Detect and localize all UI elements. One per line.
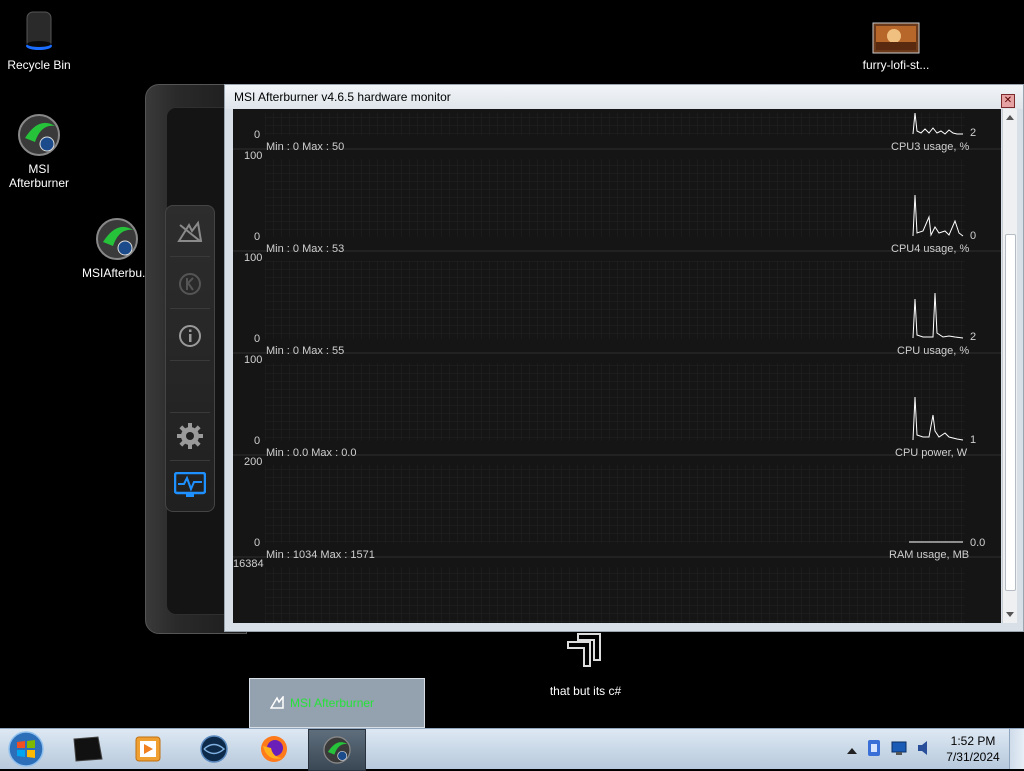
hardware-monitor-window: MSI Afterburner v4.6.5 hardware monitor … <box>224 84 1024 632</box>
taskbar-app-afterburner[interactable] <box>308 729 366 771</box>
afterburner-sidebar <box>165 205 215 512</box>
info-icon <box>179 325 201 347</box>
scroll-up-icon[interactable] <box>1006 115 1014 120</box>
shortcut-file-icon[interactable] <box>564 632 604 668</box>
tray-volume-icon[interactable] <box>916 739 932 762</box>
ram-minmax: Min : 1034 Max : 1571 <box>266 549 375 561</box>
image-file-icon <box>872 22 920 54</box>
kombustor-icon <box>179 273 201 295</box>
monitor-graph-area: 0 Min : 0 Max : 50 2 CPU3 usage, % 100 0… <box>233 109 1001 623</box>
msi-afterburner-label: MSI Afterburner <box>8 162 70 190</box>
cpu3-label: CPU3 usage, % <box>891 141 970 153</box>
clock[interactable]: 1:52 PM 7/31/2024 <box>940 733 1006 765</box>
windows-start-icon <box>8 731 44 767</box>
cpu4-axis-bottom: 0 <box>254 231 261 243</box>
firefox-icon <box>261 736 287 762</box>
cpu4-current: 0 <box>970 230 977 242</box>
ram-axis-bottom: 0 <box>254 537 261 549</box>
furry-lofi-label: furry-lofi-st... <box>862 58 930 72</box>
sidebar-empty-slot <box>170 364 210 413</box>
msi-afterburner-shortcut[interactable]: MSI Afterburner <box>0 112 84 190</box>
cpu-power-axis-top: 100 <box>244 354 263 366</box>
cpu-usage-minmax: Min : 0 Max : 55 <box>266 345 345 357</box>
afterburner-icon <box>18 114 60 156</box>
cpu-power-label: CPU power, W <box>895 447 968 459</box>
show-desktop-button[interactable] <box>1009 729 1024 769</box>
settings-button[interactable] <box>170 412 210 461</box>
clock-time: 1:52 PM <box>950 734 996 748</box>
tray-app-icon[interactable] <box>866 739 882 762</box>
cpu-usage-axis-bottom: 0 <box>254 333 261 345</box>
taskbar: 1:52 PM 7/31/2024 <box>0 728 1024 771</box>
taskbar-app-firefox[interactable] <box>246 729 302 769</box>
cpu-power-current: 1 <box>970 434 977 446</box>
graph6-axis-top: 16384 <box>233 558 264 570</box>
start-button[interactable] <box>6 731 46 767</box>
gear-icon <box>177 423 203 449</box>
scroll-thumb[interactable] <box>1005 234 1016 591</box>
cpu-power-axis-bottom: 0 <box>254 435 261 447</box>
taskbar-app-browser[interactable] <box>186 729 242 769</box>
monitor-pulse-icon <box>174 472 206 497</box>
close-button[interactable]: ✕ <box>1001 94 1015 108</box>
graph-grid <box>233 112 1001 623</box>
cpu-usage-axis-top: 100 <box>244 252 263 264</box>
recycle-bin-label: Recycle Bin <box>7 58 71 72</box>
afterburner-logo-icon <box>177 220 203 242</box>
afterburner-skin-icon <box>73 736 103 762</box>
system-tray: 1:52 PM 7/31/2024 <box>840 729 1024 769</box>
taskbar-thumbnail-preview[interactable]: MSI Afterburner <box>249 678 425 728</box>
ram-label: RAM usage, MB <box>889 549 970 561</box>
tray-network-icon[interactable] <box>890 739 908 762</box>
monitor-scrollbar[interactable] <box>1002 109 1017 623</box>
afterburner-small-icon <box>270 696 284 709</box>
ram-current: 0.0 <box>970 537 986 549</box>
scroll-down-icon[interactable] <box>1006 612 1014 617</box>
cpu4-minmax: Min : 0 Max : 53 <box>266 243 345 255</box>
hardware-monitor-button[interactable] <box>170 462 210 510</box>
afterburner-icon <box>323 736 351 764</box>
browser-icon <box>200 735 228 763</box>
taskbar-app-media-player[interactable] <box>120 729 176 769</box>
afterburner-logo-button[interactable] <box>170 208 210 257</box>
recycle-bin-icon <box>26 11 52 50</box>
note-label[interactable]: that but its c# <box>528 684 643 698</box>
cpu4-axis-top: 100 <box>244 150 263 162</box>
info-button[interactable] <box>170 312 210 361</box>
afterburner-icon <box>96 218 138 260</box>
furry-lofi-shortcut[interactable]: furry-lofi-st... <box>851 22 941 72</box>
kombustor-button[interactable] <box>170 260 210 309</box>
cpu-usage-current: 2 <box>970 331 977 343</box>
taskbar-app-afterburner-skin[interactable] <box>60 729 116 769</box>
media-player-icon <box>135 736 161 762</box>
cpu3-current: 2 <box>970 127 977 139</box>
recycle-bin-shortcut[interactable]: Recycle Bin <box>0 8 84 72</box>
window-title: MSI Afterburner v4.6.5 hardware monitor <box>225 85 1023 109</box>
preview-label: MSI Afterburner <box>290 696 375 710</box>
cpu4-label: CPU4 usage, % <box>891 243 970 255</box>
cpu3-minmax: Min : 0 Max : 50 <box>266 141 345 153</box>
cpu-usage-label: CPU usage, % <box>897 345 970 357</box>
clock-date: 7/31/2024 <box>946 750 1000 764</box>
ram-axis-top: 200 <box>244 456 263 468</box>
cpu-power-minmax: Min : 0.0 Max : 0.0 <box>266 447 357 459</box>
cpu3-axis-bottom: 0 <box>254 129 261 141</box>
tray-expand-icon[interactable] <box>846 743 858 761</box>
